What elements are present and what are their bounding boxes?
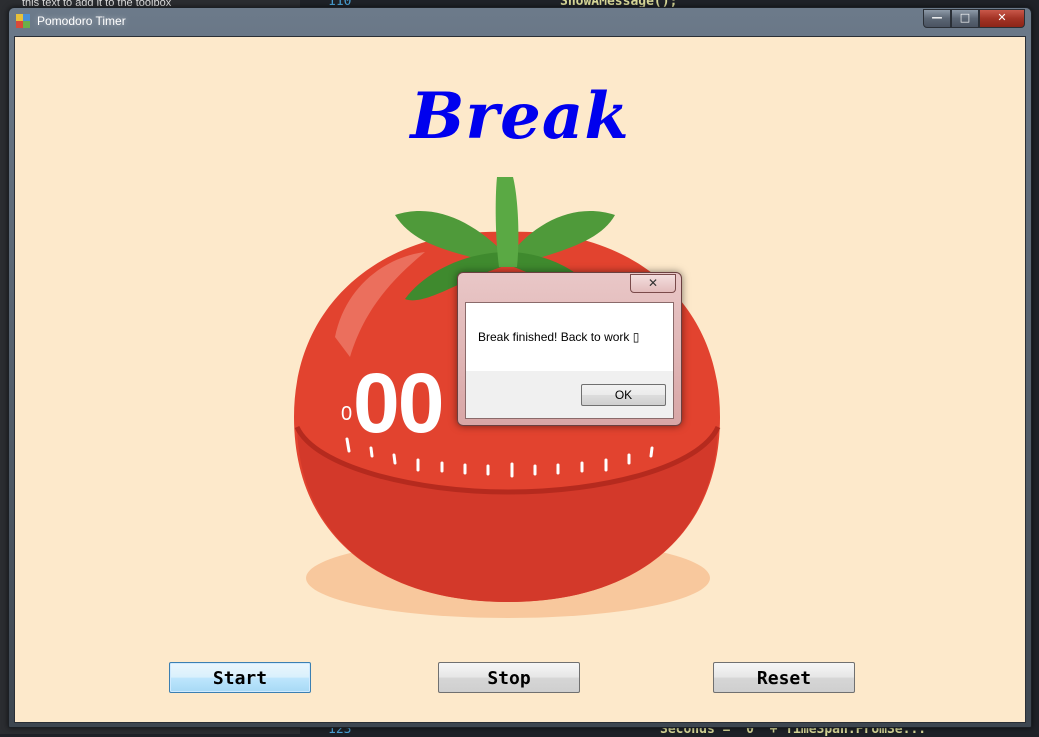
minimize-button[interactable]: — bbox=[923, 9, 951, 28]
dial-zero-label: 0 bbox=[341, 403, 353, 425]
title-bar[interactable]: Pomodoro Timer — □ ✕ bbox=[9, 8, 1031, 36]
app-grid-icon bbox=[16, 14, 30, 28]
start-button[interactable]: Start bbox=[169, 662, 311, 693]
stop-button[interactable]: Stop bbox=[438, 662, 580, 693]
reset-button[interactable]: Reset bbox=[713, 662, 855, 693]
message-body: Break finished! Back to work ▯ OK bbox=[465, 302, 674, 419]
window-title: Pomodoro Timer bbox=[37, 14, 126, 28]
timer-display: 00 bbox=[353, 356, 444, 450]
close-button[interactable]: ✕ bbox=[979, 9, 1025, 28]
tomato-stem bbox=[495, 177, 519, 267]
message-close-button[interactable]: ✕ bbox=[630, 274, 676, 293]
window-controls: — □ ✕ bbox=[923, 9, 1025, 28]
client-area: Break 0 00 Start Stop Reset ✕ Break fini… bbox=[14, 36, 1026, 723]
message-content-area: Break finished! Back to work ▯ bbox=[466, 303, 673, 371]
ok-button[interactable]: OK bbox=[581, 384, 666, 406]
message-text: Break finished! Back to work ▯ bbox=[478, 330, 640, 344]
message-box: ✕ Break finished! Back to work ▯ OK bbox=[457, 272, 682, 426]
maximize-button[interactable]: □ bbox=[951, 9, 979, 28]
pomodoro-window: Pomodoro Timer — □ ✕ Break 0 00 Start St… bbox=[8, 7, 1032, 728]
